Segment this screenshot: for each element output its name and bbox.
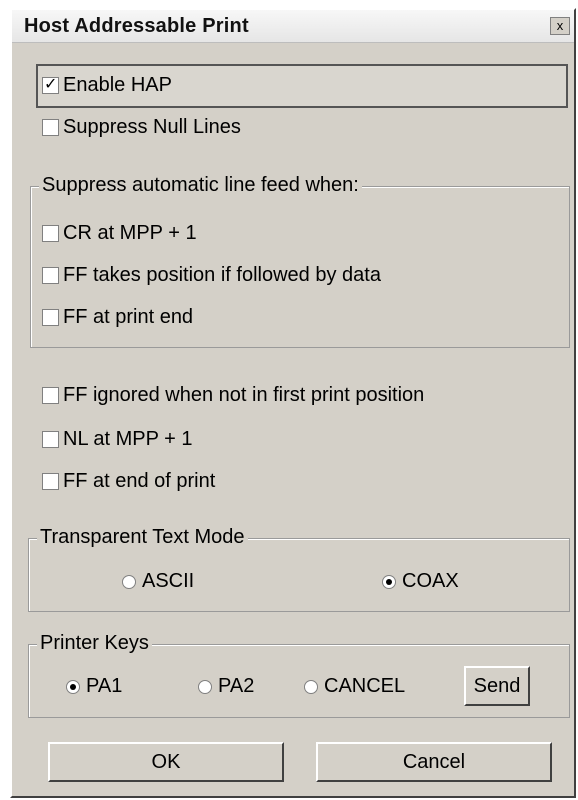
ff-ignored-checkbox[interactable]: FF ignored when not in first print posit…: [42, 384, 424, 407]
enable-hap-label: Enable HAP: [63, 74, 172, 96]
printer-keys-title: Printer Keys: [37, 632, 152, 655]
ok-button[interactable]: OK: [48, 742, 284, 782]
radio-icon: [304, 679, 318, 694]
pa2-radio[interactable]: PA2: [198, 675, 254, 698]
pa2-label: PA2: [218, 675, 255, 697]
cancel-key-label: CANCEL: [324, 675, 406, 697]
checkbox-icon: [42, 431, 59, 448]
checkbox-icon: [42, 225, 59, 242]
ff-at-end-of-print-label: FF at end of print: [63, 470, 216, 492]
ascii-radio[interactable]: ASCII: [122, 570, 194, 593]
ff-at-print-end-label: FF at print end: [63, 306, 194, 328]
close-button[interactable]: x: [550, 17, 570, 35]
ff-at-print-end-checkbox[interactable]: FF at print end: [42, 306, 193, 329]
dialog-window: Host Addressable Print x Enable HAP Supp…: [10, 8, 576, 798]
suppress-null-lines-label: Suppress Null Lines: [63, 116, 241, 138]
checkbox-icon: [42, 473, 59, 490]
transparent-mode-title: Transparent Text Mode: [37, 526, 248, 549]
ascii-label: ASCII: [142, 570, 195, 592]
cancel-key-radio[interactable]: CANCEL: [304, 675, 405, 698]
radio-selected-icon: [66, 679, 80, 694]
checkbox-checked-icon: [42, 74, 59, 94]
radio-icon: [198, 679, 212, 694]
transparent-mode-group: Transparent Text Mode: [28, 526, 570, 612]
nl-at-mpp-label: NL at MPP + 1: [63, 428, 193, 450]
checkbox-icon: [42, 119, 59, 136]
pa1-radio[interactable]: PA1: [66, 675, 122, 698]
enable-hap-checkbox[interactable]: Enable HAP: [42, 74, 172, 97]
nl-at-mpp-checkbox[interactable]: NL at MPP + 1: [42, 428, 193, 451]
coax-radio[interactable]: COAX: [382, 570, 459, 593]
checkbox-icon: [42, 267, 59, 284]
ff-takes-position-label: FF takes position if followed by data: [63, 264, 381, 286]
radio-selected-icon: [382, 574, 396, 589]
ff-ignored-label: FF ignored when not in first print posit…: [63, 384, 425, 406]
checkbox-icon: [42, 387, 59, 404]
pa1-label: PA1: [86, 675, 123, 697]
radio-icon: [122, 574, 136, 589]
suppress-null-lines-checkbox[interactable]: Suppress Null Lines: [42, 116, 241, 139]
cr-at-mpp-label: CR at MPP + 1: [63, 222, 197, 244]
auto-line-feed-group-title: Suppress automatic line feed when:: [39, 174, 362, 197]
coax-label: COAX: [402, 570, 459, 592]
ff-at-end-of-print-checkbox[interactable]: FF at end of print: [42, 470, 215, 493]
cancel-button[interactable]: Cancel: [316, 742, 552, 782]
title-bar: Host Addressable Print x: [12, 10, 574, 43]
close-icon: x: [556, 18, 564, 33]
send-button[interactable]: Send: [464, 666, 530, 706]
dialog-title: Host Addressable Print: [24, 15, 249, 37]
checkbox-icon: [42, 309, 59, 326]
cr-at-mpp-checkbox[interactable]: CR at MPP + 1: [42, 222, 197, 245]
ff-takes-position-checkbox[interactable]: FF takes position if followed by data: [42, 264, 381, 287]
